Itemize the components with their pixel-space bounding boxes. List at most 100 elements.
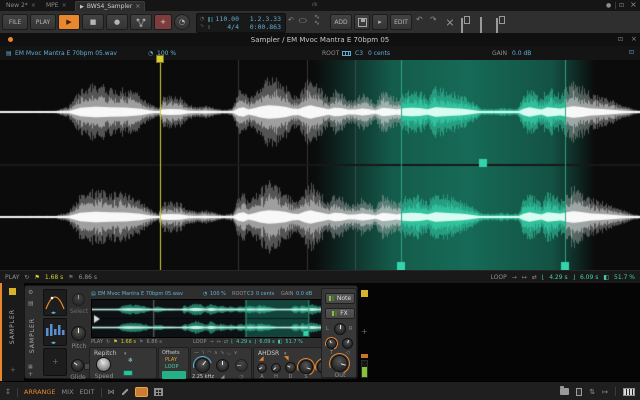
onscreen-keyboard-icon[interactable] — [623, 387, 635, 396]
mini-sample-start[interactable]: 1.68 s — [121, 339, 136, 345]
glide-knob[interactable] — [71, 359, 84, 372]
gear-icon[interactable]: ⚙ — [28, 289, 33, 296]
punch-in-icon[interactable]: ↶ — [288, 16, 294, 24]
close-tab-icon[interactable]: × — [135, 3, 140, 10]
pen-tool-icon[interactable] — [120, 388, 129, 396]
root-cents-value[interactable]: 0 cents — [368, 50, 390, 57]
arrange-view-button[interactable]: ARRANGE — [24, 388, 56, 396]
dock-icon[interactable]: ıllı — [312, 2, 318, 8]
expanded-view-icon[interactable]: ▦ — [28, 364, 33, 370]
loop-on-icon[interactable]: ↦ — [522, 274, 527, 281]
export-button[interactable]: ▸ — [372, 14, 388, 30]
filter-res-knob[interactable] — [216, 359, 229, 372]
close-panel-icon[interactable]: × — [631, 35, 637, 43]
add-modulator-slot[interactable]: + — [43, 348, 67, 376]
position-value[interactable]: 1.2.3.33 — [241, 15, 281, 23]
record-button[interactable]: ● — [106, 14, 128, 30]
sync-icon[interactable]: ↻ — [24, 274, 29, 281]
touch-mode-icon[interactable]: ↦ — [602, 388, 608, 396]
detach-panel-icon[interactable]: ⊡ — [618, 36, 623, 43]
file-menu-button[interactable]: FILE — [2, 14, 28, 30]
velocity-curve-display[interactable]: ◂▸ — [43, 289, 67, 316]
keyzone-display[interactable]: ◂▸ — [43, 318, 67, 346]
loop-on-icon[interactable]: ↦ — [217, 339, 221, 345]
device-name-vertical[interactable]: SAMPLER — [29, 318, 36, 353]
freeze-icon[interactable]: ❄ — [128, 357, 133, 364]
timbre-knob[interactable] — [323, 335, 340, 352]
mini-root-note[interactable]: C3 — [247, 291, 254, 297]
undo-icon[interactable]: ↶ — [416, 15, 423, 24]
play-start-marker[interactable] — [156, 55, 164, 63]
mini-loop-start[interactable]: 4.29 s — [236, 339, 251, 345]
loop-pingpong-icon[interactable]: ⇄ — [532, 274, 537, 281]
add-button[interactable]: ADD — [330, 14, 352, 30]
note-chain-button[interactable]: Note — [325, 293, 355, 304]
loop-off-icon[interactable]: → — [512, 274, 517, 281]
sync-icon[interactable]: ↻ — [106, 339, 110, 345]
select-knob[interactable] — [72, 293, 85, 306]
automation-write-button[interactable] — [130, 14, 152, 30]
mini-sample-end[interactable]: 6.86 s — [147, 339, 162, 345]
redo-icon[interactable]: ↷ — [430, 15, 437, 24]
sample-end-value[interactable]: 6.86 s — [79, 274, 97, 281]
tab-project-2[interactable]: MPE × — [42, 1, 71, 10]
out-knob[interactable] — [326, 350, 353, 377]
time-sig-value[interactable]: 4/4 — [215, 23, 239, 31]
play-menu-button[interactable]: PLAY — [30, 14, 56, 30]
track-header-strip[interactable]: SAMPLER + — [2, 283, 24, 381]
edit-menu-button[interactable]: EDIT — [390, 14, 412, 30]
loop-start-value[interactable]: 4.29 s — [549, 274, 567, 281]
sample-file-name[interactable]: EM Mvoc Mantra E 70bpm 05.wav — [15, 50, 117, 57]
browser-icon[interactable]: ▤ — [28, 300, 34, 307]
grid-icon[interactable] — [153, 388, 163, 396]
fx-chain-button[interactable]: FX — [325, 308, 355, 319]
env-s-knob[interactable] — [294, 355, 318, 379]
mini-gain-value[interactable]: 0.0 dB — [296, 291, 312, 297]
loop-off-icon[interactable]: → — [210, 339, 214, 345]
filter-drive-knob[interactable] — [235, 359, 248, 372]
stop-button[interactable]: ■ — [82, 14, 104, 30]
add-track-icon[interactable]: + — [10, 366, 16, 374]
mini-stretch-value[interactable]: 100 % — [210, 291, 226, 297]
metronome-button[interactable]: ◔ — [174, 14, 190, 30]
sample-start-value[interactable]: 1.68 s — [45, 274, 63, 281]
close-tab-icon[interactable]: × — [62, 2, 67, 9]
time-value[interactable]: 0:00.863 — [241, 23, 281, 31]
io-routing-icon[interactable]: + — [28, 371, 33, 378]
restore-window-icon[interactable]: ⊡ — [619, 2, 624, 9]
offset-loop-option[interactable]: LOOP — [165, 364, 179, 370]
download-icon[interactable]: ↧ — [5, 388, 11, 396]
velocity-knob[interactable] — [342, 338, 353, 349]
mini-loop-fade[interactable]: 51.7 % — [285, 339, 302, 345]
loop-end-value[interactable]: 6.09 s — [580, 274, 598, 281]
inspector-panel-icon[interactable] — [576, 387, 583, 396]
mini-loop-end[interactable]: 6.09 s — [259, 339, 274, 345]
add-device-icon[interactable]: + — [361, 327, 368, 336]
mix-view-button[interactable]: MIX — [62, 388, 74, 396]
loop-pingpong-icon[interactable]: ⇄ — [224, 339, 228, 345]
mini-waveform-canvas[interactable] — [91, 299, 338, 338]
tab-project-1[interactable]: New 2* × — [2, 1, 40, 10]
mini-root-cents[interactable]: 0 cents — [256, 291, 274, 297]
end-flag-icon[interactable]: ⚑ — [68, 274, 73, 281]
edit-view-button[interactable]: EDIT — [80, 388, 95, 396]
gain-value[interactable]: 0.0 dB — [512, 50, 531, 57]
env-a-knob[interactable] — [257, 363, 267, 373]
sync-led-toggle[interactable] — [123, 370, 133, 376]
speed-knob[interactable] — [96, 357, 111, 372]
pitch-knob[interactable] — [71, 326, 86, 341]
pan-knob[interactable] — [334, 323, 346, 335]
loop-fade-value[interactable]: 51.7 % — [614, 274, 635, 281]
overdub-button[interactable]: + — [154, 14, 172, 30]
loop-toggle-icon[interactable]: ○ — [298, 17, 307, 24]
transport-display[interactable]: ◔ ∿ 110.00 4/4 1.2.3.33 0:00.863 — [196, 13, 286, 33]
zoom-fit-icon[interactable]: ⊡ — [629, 49, 634, 56]
tempo-value[interactable]: 110.00 — [215, 15, 239, 23]
filter-freq-value[interactable]: 2.25 kHz — [191, 374, 215, 380]
play-button[interactable]: ▶ — [58, 14, 80, 30]
offset-len-option[interactable]: LEN — [162, 371, 186, 388]
offset-play-option[interactable]: PLAY — [165, 357, 177, 363]
start-flag-icon[interactable]: ⚑ — [34, 274, 39, 281]
crossfade-tool-icon[interactable]: ⋈ — [108, 388, 115, 396]
save-button[interactable] — [354, 14, 370, 30]
